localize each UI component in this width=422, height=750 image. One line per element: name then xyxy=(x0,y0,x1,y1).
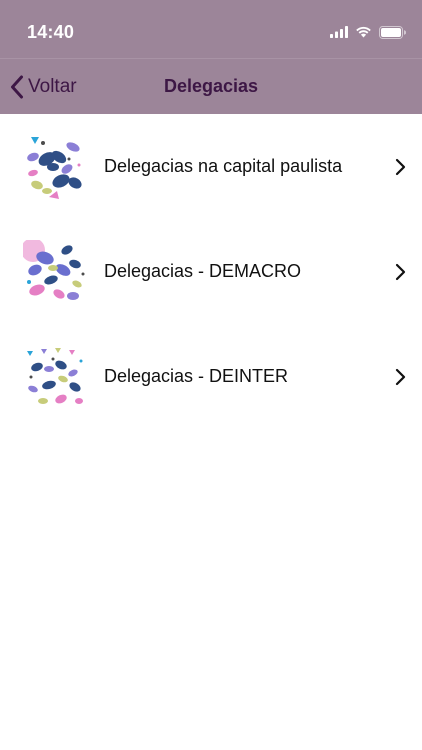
delegacias-list: Delegacias na capital paulista Delegacia… xyxy=(0,114,422,429)
list-item-label: Delegacias na capital paulista xyxy=(104,156,343,176)
list-item-label: Delegacias - DEMACRO xyxy=(104,261,302,281)
list-item-label: Delegacias - DEINTER xyxy=(104,366,289,386)
status-icons xyxy=(330,24,406,40)
status-time: 14:40 xyxy=(27,22,75,42)
battery-icon xyxy=(379,25,406,39)
wifi-icon xyxy=(356,26,371,38)
signal-icon xyxy=(330,26,348,38)
chevron-right-icon xyxy=(395,368,406,385)
page-title: Delegacias xyxy=(163,76,259,96)
list-item[interactable]: Delegacias na capital paulista xyxy=(0,114,422,219)
butterflies-thumbnail-icon xyxy=(23,239,87,304)
navigation-bar: Voltar Delegacias xyxy=(0,58,422,114)
status-bar: 14:40 xyxy=(0,0,422,58)
butterflies-thumbnail-icon xyxy=(23,344,87,409)
chevron-right-icon xyxy=(395,263,406,280)
list-item[interactable]: Delegacias - DEMACRO xyxy=(0,219,422,324)
chevron-right-icon xyxy=(395,158,406,175)
list-item[interactable]: Delegacias - DEINTER xyxy=(0,324,422,429)
butterflies-thumbnail-icon xyxy=(23,134,87,199)
